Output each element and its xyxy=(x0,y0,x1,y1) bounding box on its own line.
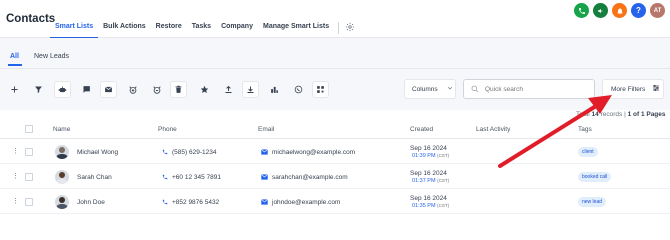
created-time: 01:39 PM (CST) xyxy=(412,153,449,159)
whatsapp-icon[interactable] xyxy=(290,81,307,98)
contact-name[interactable]: Sarah Chan xyxy=(77,174,112,181)
nav-company[interactable]: Company xyxy=(216,19,258,39)
phone-icon[interactable] xyxy=(574,3,589,18)
qr-icon[interactable] xyxy=(312,81,329,98)
time-value: 01:37 PM xyxy=(412,178,436,184)
email-icon xyxy=(261,149,268,157)
timezone: (CST) xyxy=(437,153,450,158)
phone-icon xyxy=(162,199,168,207)
avatar xyxy=(55,170,69,184)
col-last-activity[interactable]: Last Activity xyxy=(476,126,510,133)
nav-bulk-actions[interactable]: Bulk Actions xyxy=(98,19,151,39)
star-icon[interactable] xyxy=(196,81,213,98)
records-prefix: Total xyxy=(576,111,590,118)
email-icon xyxy=(261,174,268,182)
col-email[interactable]: Email xyxy=(258,126,274,133)
contact-email[interactable]: sarahchan@example.com xyxy=(272,174,348,181)
chevron-down-icon xyxy=(447,85,453,93)
row-checkbox[interactable] xyxy=(25,198,33,206)
columns-label: Columns xyxy=(412,85,438,93)
email-icon xyxy=(261,199,268,207)
top-bar: Contacts Smart Lists Bulk Actions Restor… xyxy=(0,0,670,39)
alarm-remove-icon[interactable] xyxy=(148,81,165,98)
page-title: Contacts xyxy=(6,13,56,25)
user-avatar[interactable]: AT xyxy=(650,3,665,18)
timezone: (CST) xyxy=(437,178,450,183)
search-input[interactable] xyxy=(485,85,585,93)
records-count: Total 14 records | 1 of 1 Pages xyxy=(576,111,666,118)
settings-gear-icon[interactable] xyxy=(343,20,357,34)
columns-button[interactable]: Columns xyxy=(404,79,456,99)
download-icon[interactable] xyxy=(242,81,259,98)
nav-restore[interactable]: Restore xyxy=(151,19,187,39)
trash-icon[interactable] xyxy=(170,81,187,98)
phone-icon xyxy=(162,149,168,157)
smart-list-tabs: All New Leads xyxy=(0,38,670,68)
plus-icon[interactable] xyxy=(6,81,23,98)
time-value: 01:35 PM xyxy=(412,203,436,209)
message-icon[interactable] xyxy=(78,81,95,98)
sliders-icon xyxy=(652,84,660,94)
active-tab-indicator xyxy=(8,64,22,66)
row-checkbox[interactable] xyxy=(25,148,33,156)
robot-icon[interactable] xyxy=(54,81,71,98)
select-all-checkbox[interactable] xyxy=(25,125,33,133)
records-number: 14 xyxy=(591,111,599,118)
row-menu-icon[interactable]: ⋮ xyxy=(12,172,19,180)
page-indicator: 1 of 1 Pages xyxy=(627,111,666,118)
nav-manage-smart-lists[interactable]: Manage Smart Lists xyxy=(258,19,334,39)
tab-new-leads[interactable]: New Leads xyxy=(34,53,69,60)
records-suffix: records | xyxy=(600,111,626,118)
phone-icon xyxy=(162,174,168,182)
created-time: 01:35 PM (CST) xyxy=(412,203,449,209)
row-checkbox[interactable] xyxy=(25,173,33,181)
tab-all[interactable]: All xyxy=(10,53,19,60)
table-header: Name Phone Email Created Last Activity T… xyxy=(0,121,670,139)
col-created[interactable]: Created xyxy=(410,126,433,133)
filter-icon[interactable] xyxy=(30,81,47,98)
created-date: Sep 16 2024 xyxy=(410,170,447,177)
nav-tasks[interactable]: Tasks xyxy=(187,19,216,39)
table-row[interactable]: ⋮ John Doe +852 9876 5432 johndoe@exampl… xyxy=(0,190,670,214)
merge-icon[interactable] xyxy=(266,81,283,98)
tag-badge[interactable]: new lead xyxy=(578,197,607,207)
search-icon xyxy=(471,80,479,98)
nav-divider xyxy=(338,22,340,34)
avatar xyxy=(55,195,69,209)
more-filters-button[interactable]: More Filters xyxy=(602,79,664,99)
more-filters-label: More Filters xyxy=(611,85,646,93)
contact-email[interactable]: michaelwong@example.com xyxy=(272,149,355,156)
top-right-actions: ? AT xyxy=(574,3,665,18)
contact-phone[interactable]: +60 12 345 7891 xyxy=(172,174,221,181)
time-value: 01:39 PM xyxy=(412,153,436,159)
contact-phone[interactable]: +852 9876 5432 xyxy=(172,199,219,206)
contact-email[interactable]: johndoe@example.com xyxy=(272,199,340,206)
col-tags[interactable]: Tags xyxy=(578,126,592,133)
row-menu-icon[interactable]: ⋮ xyxy=(12,147,19,155)
contact-phone[interactable]: (585) 629-1234 xyxy=(172,149,216,156)
alarm-add-icon[interactable] xyxy=(124,81,141,98)
table-row[interactable]: ⋮ Michael Wong (585) 629-1234 michaelwon… xyxy=(0,140,670,164)
tag-badge[interactable]: client xyxy=(578,147,598,157)
table-row[interactable]: ⋮ Sarah Chan +60 12 345 7891 sarahchan@e… xyxy=(0,165,670,189)
timezone: (CST) xyxy=(437,203,450,208)
created-time: 01:37 PM (CST) xyxy=(412,178,449,184)
upload-icon[interactable] xyxy=(220,81,237,98)
quick-search xyxy=(463,79,595,99)
tag-badge[interactable]: booked call xyxy=(578,172,612,182)
contact-name[interactable]: John Doe xyxy=(77,199,105,206)
main-nav: Smart Lists Bulk Actions Restore Tasks C… xyxy=(50,19,357,39)
contact-name[interactable]: Michael Wong xyxy=(77,149,118,156)
created-date: Sep 16 2024 xyxy=(410,195,447,202)
email-icon[interactable] xyxy=(100,81,117,98)
help-icon[interactable]: ? xyxy=(631,3,646,18)
row-menu-icon[interactable]: ⋮ xyxy=(12,197,19,205)
col-phone[interactable]: Phone xyxy=(158,126,177,133)
megaphone-icon[interactable] xyxy=(593,3,608,18)
nav-smart-lists[interactable]: Smart Lists xyxy=(50,19,99,39)
created-date: Sep 16 2024 xyxy=(410,145,447,152)
col-name[interactable]: Name xyxy=(53,126,70,133)
bell-icon[interactable] xyxy=(612,3,627,18)
avatar xyxy=(55,145,69,159)
